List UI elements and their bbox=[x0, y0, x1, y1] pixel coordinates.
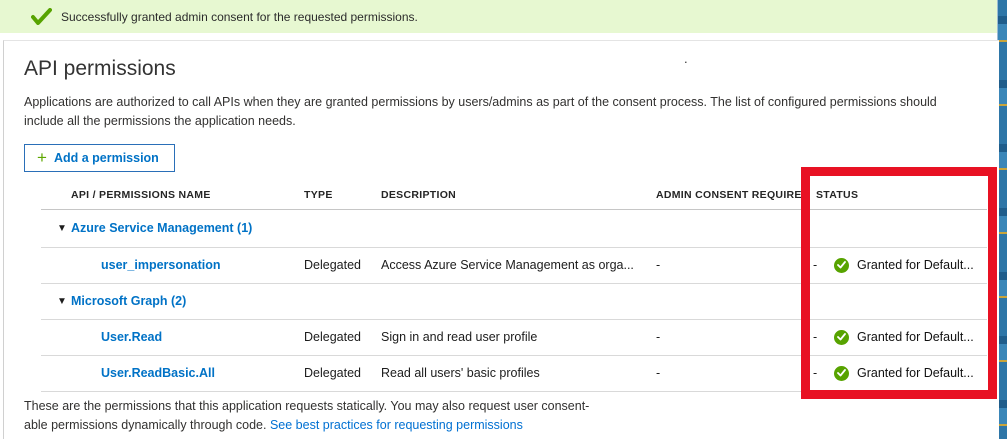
status-text: Granted for Default... bbox=[857, 319, 974, 355]
footer-note: These are the permissions that this appl… bbox=[24, 397, 589, 435]
success-check-icon bbox=[31, 8, 52, 25]
admin-consent-value: - bbox=[656, 319, 660, 355]
permission-description: Read all users' basic profiles bbox=[381, 355, 540, 391]
status-dash: - bbox=[813, 355, 817, 391]
granted-check-icon bbox=[834, 247, 849, 283]
header-type: TYPE bbox=[304, 181, 333, 209]
header-admin-consent-required: ADMIN CONSENT REQUIRED bbox=[656, 181, 810, 209]
page-description: Applications are authorized to call APIs… bbox=[24, 93, 976, 131]
table-row-group-microsoft-graph[interactable]: ▼ Microsoft Graph (2) bbox=[41, 283, 987, 320]
permission-name-link[interactable]: User.Read bbox=[101, 319, 162, 355]
permission-type: Delegated bbox=[304, 247, 361, 283]
permission-name-link[interactable]: user_impersonation bbox=[101, 247, 220, 283]
footer-line1: These are the permissions that this appl… bbox=[24, 399, 589, 413]
add-permission-button[interactable]: + Add a permission bbox=[24, 144, 175, 172]
permission-description: Sign in and read user profile bbox=[381, 319, 537, 355]
table-row-group-azure-service-management[interactable]: ▼ Azure Service Management (1) bbox=[41, 209, 987, 248]
table-row-user-readbasic-all: User.ReadBasic.All Delegated Read all us… bbox=[41, 355, 987, 392]
group-name-link[interactable]: Azure Service Management (1) bbox=[71, 209, 252, 247]
admin-consent-value: - bbox=[656, 355, 660, 391]
permission-name-link[interactable]: User.ReadBasic.All bbox=[101, 355, 215, 391]
group-name-link[interactable]: Microsoft Graph (2) bbox=[71, 283, 186, 319]
banner-message: Successfully granted admin consent for t… bbox=[61, 10, 418, 24]
page-title: API permissions bbox=[24, 57, 176, 81]
plus-icon: + bbox=[37, 149, 47, 166]
table-row-user-read: User.Read Delegated Sign in and read use… bbox=[41, 319, 987, 356]
header-status: STATUS bbox=[816, 181, 858, 209]
table-row-user-impersonation: user_impersonation Delegated Access Azur… bbox=[41, 247, 987, 284]
header-description: DESCRIPTION bbox=[381, 181, 456, 209]
granted-check-icon bbox=[834, 319, 849, 355]
granted-check-icon bbox=[834, 355, 849, 391]
header-api-permissions-name: API / PERMISSIONS NAME bbox=[71, 181, 211, 209]
table-header-row: API / PERMISSIONS NAME TYPE DESCRIPTION … bbox=[41, 181, 987, 210]
add-permission-label: Add a permission bbox=[54, 151, 159, 165]
admin-consent-value: - bbox=[656, 247, 660, 283]
api-permissions-page: Successfully granted admin consent for t… bbox=[0, 0, 1007, 439]
status-dash: - bbox=[813, 247, 817, 283]
caret-down-icon[interactable]: ▼ bbox=[57, 209, 67, 247]
permission-type: Delegated bbox=[304, 319, 361, 355]
status-text: Granted for Default... bbox=[857, 355, 974, 391]
content-panel: API permissions . Applications are autho… bbox=[3, 40, 999, 439]
success-banner: Successfully granted admin consent for t… bbox=[0, 0, 998, 33]
best-practices-link[interactable]: See best practices for requesting permis… bbox=[270, 418, 523, 432]
footer-line2: able permissions dynamically through cod… bbox=[24, 418, 270, 432]
permission-description: Access Azure Service Management as orga.… bbox=[381, 247, 634, 283]
caret-down-icon[interactable]: ▼ bbox=[57, 283, 67, 319]
status-text: Granted for Default... bbox=[857, 247, 974, 283]
status-dash: - bbox=[813, 319, 817, 355]
permission-type: Delegated bbox=[304, 355, 361, 391]
stray-dot: . bbox=[684, 51, 688, 66]
